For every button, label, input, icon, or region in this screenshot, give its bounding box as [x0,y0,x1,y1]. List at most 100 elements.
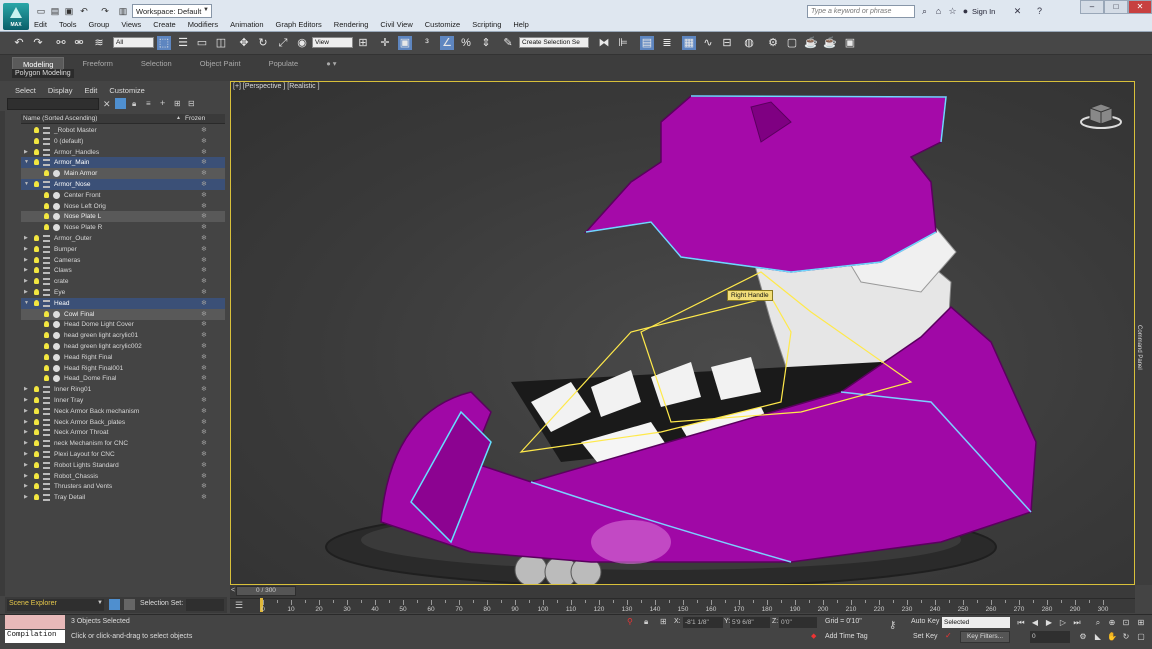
scene-menu-edit[interactable]: Edit [84,86,97,95]
select-rotate-icon[interactable]: ↻ [256,36,270,50]
expand-icon[interactable]: ▶ [24,406,28,417]
freeze-toggle-icon[interactable]: ❄ [201,298,207,309]
visibility-bulb-icon[interactable] [34,256,39,263]
key-tangent-icon[interactable]: ✓ [945,631,952,640]
visibility-bulb-icon[interactable] [44,343,49,349]
freeze-toggle-icon[interactable]: ❄ [201,136,207,147]
time-slider[interactable] [230,585,1135,598]
freeze-toggle-icon[interactable]: ❄ [201,244,207,255]
scene-explorer-selector[interactable]: Scene Explorer [7,599,104,611]
visibility-bulb-icon[interactable] [34,407,39,414]
key-icon[interactable]: ⚷ [889,620,896,631]
scene-menu-select[interactable]: Select [15,86,36,95]
object-row[interactable]: Head_Dome Final ❄ [21,373,225,384]
menu-item-views[interactable]: Views [121,20,141,32]
layer-row[interactable]: ▼ Armor_Main ❄ [21,157,225,169]
freeze-toggle-icon[interactable]: ❄ [201,255,207,266]
layer-row[interactable]: ▶ Armor_Outer ❄ [21,233,225,244]
visibility-bulb-icon[interactable] [34,461,39,468]
maximize-button[interactable]: □ [1104,0,1128,14]
object-row[interactable]: Main Armor ❄ [21,168,225,180]
selection-lock-icon[interactable]: 🔒︎ [644,617,648,627]
key-mode-dropdown[interactable]: Selected [942,617,1010,628]
search-icon[interactable]: ⌕ [919,6,930,16]
visibility-bulb-icon[interactable] [34,245,39,252]
layer-row[interactable]: ▶ Robot Lights Standard ❄ [21,460,225,471]
select-scale-icon[interactable]: ⤢ [276,36,290,50]
scene-menu-customize[interactable]: Customize [109,86,144,95]
maximize-viewport-icon[interactable]: ▢ [1136,632,1146,642]
freeze-toggle-icon[interactable]: ❄ [201,190,207,201]
menu-item-edit[interactable]: Edit [34,20,47,32]
layer-row[interactable]: ▶ neck Mechanism for CNC ❄ [21,438,225,449]
scene-menu-display[interactable]: Display [48,86,73,95]
freeze-toggle-icon[interactable]: ❄ [201,201,207,212]
search-input[interactable]: Type a keyword or phrase [807,5,915,18]
percent-snap-icon[interactable]: % [459,36,473,50]
chevron-down-icon[interactable]: ▼ [97,600,103,606]
layer-row[interactable]: ▶ Eye ❄ [21,287,225,298]
visibility-bulb-icon[interactable] [44,332,49,339]
expand-icon[interactable]: ▶ [24,449,28,460]
visibility-bulb-icon[interactable] [34,440,39,447]
undo-icon[interactable]: ↶ [12,36,26,50]
key-filters-button[interactable]: Key Filters... [960,631,1010,643]
slider-prev-icon[interactable]: < [231,587,235,594]
freeze-toggle-icon[interactable]: ❄ [201,352,207,363]
menu-item-customize[interactable]: Customize [425,20,460,32]
freeze-toggle-icon[interactable]: ❄ [201,384,207,395]
freeze-toggle-icon[interactable]: ❄ [201,492,207,503]
add-time-tag-button[interactable]: Add Time Tag [825,633,868,640]
clear-find-icon[interactable]: ✕ [103,99,111,110]
collapse-icon[interactable]: ▼ [24,298,29,309]
layer-row[interactable]: ▼ Armor_Nose ❄ [21,179,225,190]
expand-icon[interactable]: ▶ [24,460,28,471]
freeze-toggle-icon[interactable]: ❄ [201,309,207,320]
freeze-toggle-icon[interactable]: ❄ [201,449,207,460]
mirror-icon[interactable]: ⧓ [597,36,611,50]
undo-icon[interactable]: ↶ [78,6,90,16]
tab-selection[interactable]: Selection [131,57,182,72]
set-key-button[interactable]: Set Key [913,633,938,640]
freeze-toggle-icon[interactable]: ❄ [201,373,207,384]
render-cloud-icon[interactable]: ▣ [843,36,857,50]
zoom-extents-icon[interactable]: ⊡ [1121,618,1131,628]
play-icon[interactable]: ▶ [1044,618,1054,628]
isolate-selection-icon[interactable]: ⚲ [627,617,633,626]
visibility-bulb-icon[interactable] [44,170,49,177]
current-frame-field[interactable]: 0 [1030,631,1070,643]
freeze-toggle-icon[interactable]: ❄ [201,233,207,244]
visibility-bulb-icon[interactable] [34,181,39,187]
layer-row[interactable]: ▶ Neck Armor Back_plates ❄ [21,417,225,428]
column-name-header[interactable]: Name (Sorted Ascending) [23,115,97,122]
freeze-toggle-icon[interactable]: ❄ [201,481,207,492]
curve-editor-icon[interactable]: ∿ [701,36,715,50]
expand-icon[interactable]: ▶ [24,276,28,287]
render-setup-icon[interactable]: ⚙ [766,36,780,50]
new-file-icon[interactable]: ▭ [35,6,47,16]
layer-row[interactable]: ▶ crate ❄ [21,276,225,287]
freeze-toggle-icon[interactable]: ❄ [201,363,207,374]
layer-row[interactable]: ▶ Neck Armor Back mechanism ❄ [21,406,225,417]
freeze-toggle-icon[interactable]: ❄ [201,427,207,438]
object-row[interactable]: Cowl Final ❄ [21,308,225,320]
app-logo-button[interactable]: MAX [3,3,29,30]
save-file-icon[interactable]: ▣ [63,6,75,16]
expand-icon[interactable]: ▶ [24,492,28,503]
schematic-view-icon[interactable]: ⊟ [720,36,734,50]
favorites-star-icon[interactable]: ☆ [947,6,958,16]
align-icon[interactable]: ⊫ [616,36,630,50]
visibility-bulb-icon[interactable] [44,375,49,382]
menu-item-animation[interactable]: Animation [230,20,263,32]
expand-icon[interactable]: ▶ [24,287,28,298]
menu-item-modifiers[interactable]: Modifiers [188,20,218,32]
select-manipulate-icon[interactable]: ✛ [378,36,392,50]
collapse-icon[interactable]: ▼ [24,157,29,168]
visibility-bulb-icon[interactable] [44,364,49,371]
select-move-icon[interactable]: ✥ [237,36,251,50]
visibility-bulb-icon[interactable] [34,299,39,306]
scene-explorer-toggle-icon[interactable]: ▤ [640,36,654,50]
object-row[interactable]: Center Front ❄ [21,190,225,201]
layer-row[interactable]: ▶ Inner Ring01 ❄ [21,384,225,395]
project-folder-icon[interactable]: ▥ [117,6,129,16]
